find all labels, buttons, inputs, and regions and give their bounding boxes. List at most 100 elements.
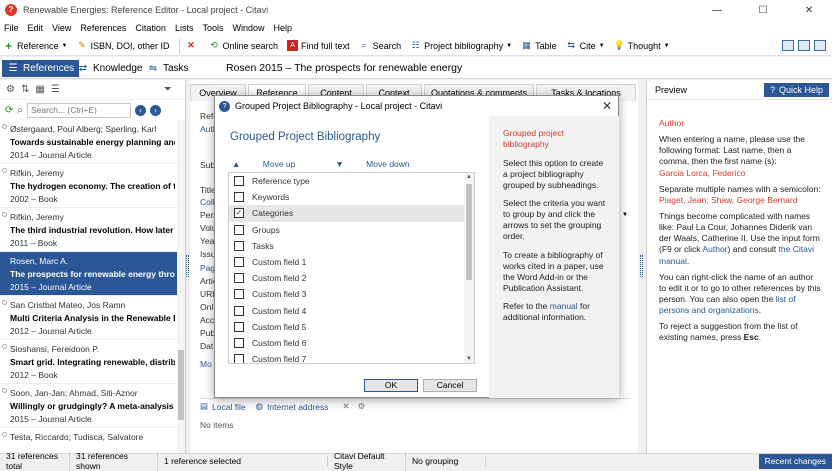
dropdown-arrow-icon[interactable]: ▼ [622, 212, 628, 218]
local-file-link[interactable]: Local file [212, 402, 246, 412]
checkbox[interactable] [234, 176, 244, 187]
menu-view[interactable]: View [52, 23, 71, 33]
criterion-custom-field-7[interactable]: Custom field 7 [229, 351, 474, 363]
checkbox[interactable] [234, 257, 244, 268]
filter-icon[interactable]: ⏷ [164, 84, 172, 95]
search-forward-icon[interactable]: › [150, 104, 161, 116]
checkbox[interactable] [234, 192, 244, 203]
nav-tab-tasks[interactable]: ⇋ Tasks [142, 60, 194, 77]
criterion-custom-field-2[interactable]: Custom field 2 [229, 270, 474, 286]
list-item-selected[interactable]: Rosen, Marc A. The prospects for renewab… [0, 252, 185, 296]
menu-references[interactable]: References [80, 23, 126, 33]
menu-tools[interactable]: Tools [202, 23, 223, 33]
nav-tab-knowledge[interactable]: ⇄ Knowledge [72, 60, 147, 77]
checkbox[interactable] [234, 240, 244, 251]
thought-button[interactable]: 💡 Thought ▼ [613, 40, 669, 51]
checkbox[interactable] [234, 289, 244, 300]
remove-icon[interactable]: ✕ [342, 401, 349, 412]
refresh-icon[interactable]: ⟳ [5, 105, 13, 116]
cancel-button[interactable]: Cancel [423, 379, 477, 392]
layout-left-icon[interactable] [782, 40, 794, 51]
table-button[interactable]: ▦ Table [521, 40, 556, 51]
sort-icon[interactable]: ⇅ [21, 84, 29, 95]
layout-center-icon[interactable] [798, 40, 810, 51]
criterion-custom-field-6[interactable]: Custom field 6 [229, 335, 474, 351]
menu-edit[interactable]: Edit [28, 23, 44, 33]
recent-changes-button[interactable]: Recent changes [758, 454, 832, 469]
menu-lists[interactable]: Lists [175, 23, 194, 33]
list-item[interactable]: Soon, Jan-Jan; Ahmad, Siti-Aznor Willing… [0, 384, 185, 428]
close-window-button[interactable]: ✕ [786, 0, 832, 20]
criterion-keywords[interactable]: Keywords [229, 189, 474, 205]
status-grouping[interactable]: No grouping [406, 456, 486, 466]
search-options-icon[interactable]: ⌕ [17, 105, 23, 116]
delete-button[interactable]: ✕ [186, 40, 200, 51]
criteria-scrollbar[interactable]: ▲ ▼ [464, 173, 474, 363]
checkbox[interactable] [234, 354, 244, 363]
menu-citation[interactable]: Citation [135, 23, 166, 33]
project-bibliography-button[interactable]: ☷ Project bibliography ▼ [410, 40, 513, 51]
more-fields-link[interactable]: Mo [200, 359, 212, 369]
find-full-text-button[interactable]: A Find full text [287, 40, 350, 51]
criterion-custom-field-5[interactable]: Custom field 5 [229, 319, 474, 335]
criterion-custom-field-4[interactable]: Custom field 4 [229, 303, 474, 319]
criterion-reference-type[interactable]: Reference type [229, 173, 474, 189]
pin-icon [2, 124, 7, 129]
quick-help-button[interactable]: ? Quick Help [763, 82, 829, 97]
quick-search-input[interactable] [27, 102, 131, 118]
move-down-button[interactable]: ▼ Move down [335, 159, 429, 169]
left-splitter-handle[interactable] [186, 255, 189, 277]
list-item[interactable]: Rifkin, Jeremy The hydrogen economy. The… [0, 164, 185, 208]
quick-help-panel: Preview ? Quick Help Author When enterin… [646, 80, 832, 453]
list-scrollbar[interactable] [177, 120, 185, 453]
maximize-button[interactable]: ☐ [740, 0, 786, 20]
search-button[interactable]: ⌕ Search [359, 40, 402, 51]
list-item[interactable]: Rifkin, Jeremy The third industrial revo… [0, 208, 185, 252]
preview-tab[interactable]: Preview [655, 85, 687, 95]
list-item[interactable]: Sioshansi, Fereidoon P. Smart grid. Inte… [0, 340, 185, 384]
internet-address-link[interactable]: Internet address [267, 402, 328, 412]
scroll-up-icon[interactable]: ▲ [466, 174, 472, 180]
ok-button[interactable]: OK [364, 379, 418, 392]
online-search-button[interactable]: ⟲ Online search [209, 40, 278, 51]
manual-link[interactable]: manual [550, 301, 578, 311]
field-label-pages[interactable]: Pag [200, 263, 215, 273]
menu-window[interactable]: Window [232, 23, 264, 33]
find-full-text-label: Find full text [301, 40, 350, 51]
settings-icon[interactable]: ⚙ [358, 401, 366, 412]
checkbox[interactable] [234, 305, 244, 316]
status-style[interactable]: Citavi Default Style [328, 451, 406, 471]
menu-help[interactable]: Help [273, 23, 292, 33]
list-item[interactable]: Østergaard, Poul Alberg; Sperling, Karl … [0, 120, 185, 164]
gear-icon[interactable]: ⚙ [6, 84, 15, 95]
checkbox-checked[interactable]: ✓ [234, 208, 244, 219]
nav-tab-references[interactable]: ☰ References [2, 60, 80, 77]
minimize-button[interactable]: — [694, 0, 740, 20]
criterion-categories[interactable]: ✓ Categories [229, 205, 474, 222]
checkbox[interactable] [234, 321, 244, 332]
criterion-custom-field-3[interactable]: Custom field 3 [229, 286, 474, 302]
list-item[interactable]: San Cristbal Mateo, Jos Ramn Multi Crite… [0, 296, 185, 340]
criterion-tasks[interactable]: Tasks [229, 238, 474, 254]
menu-file[interactable]: File [4, 23, 19, 33]
layout-right-icon[interactable] [814, 40, 826, 51]
checkbox[interactable] [234, 224, 244, 235]
isbn-doi-button[interactable]: ✎ ISBN, DOI, other ID [76, 40, 169, 51]
scroll-down-icon[interactable]: ▼ [466, 356, 472, 362]
add-reference-button[interactable]: + Reference ▼ [3, 39, 68, 53]
author-link[interactable]: Author [702, 244, 727, 254]
list-item[interactable]: Testa, Riccardo; Tudisca, Salvatore [0, 428, 185, 448]
cite-button[interactable]: ⇆ Cite ▼ [566, 40, 604, 51]
help-icon: ? [769, 84, 775, 95]
criterion-groups[interactable]: Groups [229, 222, 474, 238]
criterion-custom-field-1[interactable]: Custom field 1 [229, 254, 474, 270]
search-back-icon[interactable]: ‹ [135, 104, 146, 116]
checkbox[interactable] [234, 273, 244, 284]
checkbox[interactable] [234, 337, 244, 348]
field-label-collection[interactable]: Coll [200, 197, 215, 207]
columns-icon[interactable]: ☰ [51, 84, 60, 95]
grid-icon[interactable]: ▦ [35, 84, 44, 95]
move-up-button[interactable]: ▲ Move up [232, 159, 315, 169]
dialog-close-button[interactable]: ✕ [602, 99, 612, 113]
right-splitter-handle[interactable] [640, 255, 643, 277]
